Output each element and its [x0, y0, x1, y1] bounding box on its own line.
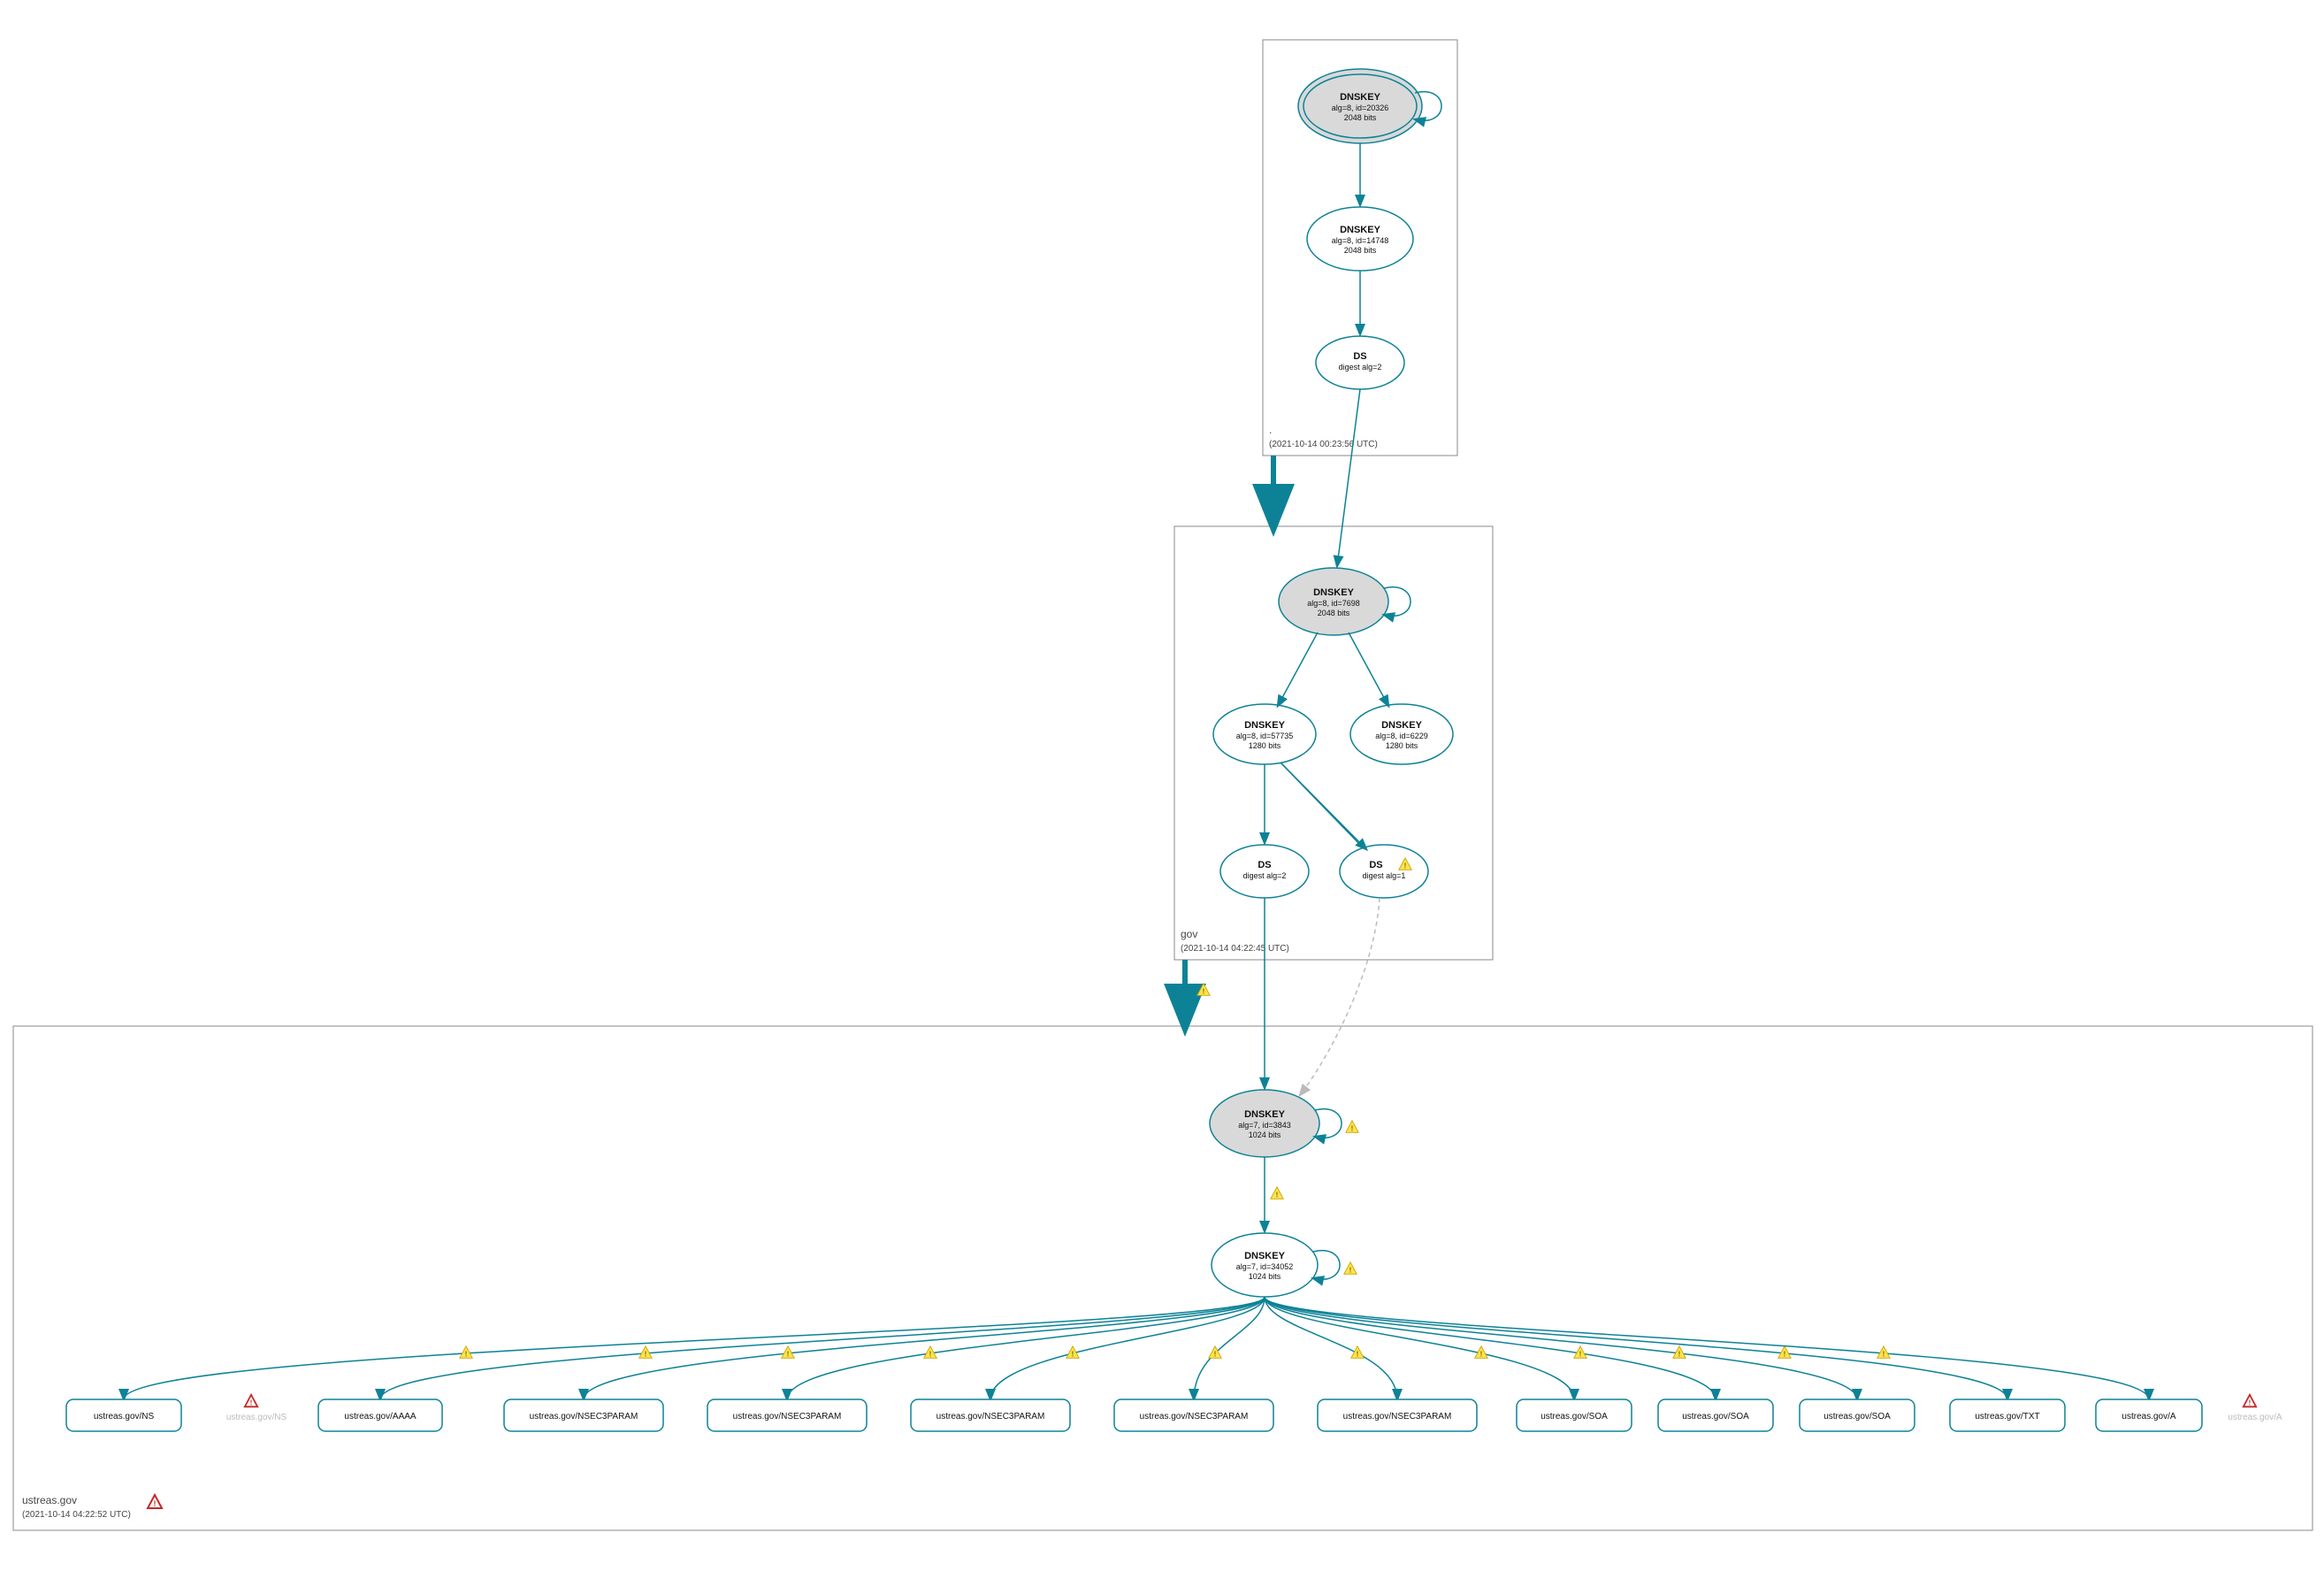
node-gov-zsk1[interactable]: DNSKEY alg=8, id=57735 1280 bits — [1213, 704, 1316, 764]
svg-text:alg=8, id=20326: alg=8, id=20326 — [1332, 103, 1389, 112]
zone-gov-ts: (2021-10-14 04:22:45 UTC) — [1181, 944, 1289, 954]
edge-govds2-uksk — [1300, 898, 1380, 1095]
rrset-label: ustreas.gov/SOA — [1540, 1412, 1608, 1422]
svg-text:DS: DS — [1258, 860, 1271, 870]
node-root-zsk[interactable]: DNSKEY alg=8, id=14748 2048 bits — [1307, 207, 1413, 271]
rrset-box[interactable]: ustreas.gov/NSEC3PARAM — [707, 1399, 867, 1431]
svg-text:DS: DS — [1353, 351, 1366, 362]
edge-zsk-rrset — [1265, 1297, 1716, 1399]
svg-text:alg=8, id=6229: alg=8, id=6229 — [1375, 732, 1428, 740]
svg-text:2048 bits: 2048 bits — [1344, 113, 1377, 122]
warning-icon — [1271, 1187, 1283, 1199]
rrset-box[interactable]: ustreas.gov/A — [2096, 1399, 2202, 1431]
svg-text:2048 bits: 2048 bits — [1318, 609, 1350, 617]
svg-text:DS: DS — [1369, 860, 1382, 870]
rrset-box[interactable]: ustreas.gov/SOA — [1517, 1399, 1632, 1431]
rrset-box[interactable]: ustreas.gov/SOA — [1658, 1399, 1773, 1431]
svg-text:DNSKEY: DNSKEY — [1381, 720, 1423, 731]
rrset-label: ustreas.gov/SOA — [1682, 1412, 1749, 1422]
svg-text:DNSKEY: DNSKEY — [1244, 1251, 1286, 1261]
rrset-box[interactable]: ustreas.gov/NSEC3PARAM — [911, 1399, 1070, 1431]
warning-icon — [1877, 1346, 1890, 1359]
svg-text:DNSKEY: DNSKEY — [1340, 225, 1381, 235]
svg-text:1024 bits: 1024 bits — [1249, 1130, 1281, 1139]
warning-icon — [1197, 984, 1210, 996]
node-gov-ds2[interactable]: DS digest alg=1 — [1340, 845, 1428, 898]
svg-text:1024 bits: 1024 bits — [1249, 1272, 1281, 1281]
rrset-box[interactable]: ustreas.gov/NSEC3PARAM — [1114, 1399, 1273, 1431]
svg-text:alg=7, id=34052: alg=7, id=34052 — [1236, 1262, 1294, 1271]
rrset-label: ustreas.gov/SOA — [1823, 1412, 1891, 1422]
zone-gov: gov (2021-10-14 04:22:45 UTC) DNSKEY alg… — [1174, 389, 1493, 960]
rrset-label: ustreas.gov/A — [2121, 1412, 2175, 1422]
warning-icon — [639, 1346, 652, 1359]
svg-text:2048 bits: 2048 bits — [1344, 246, 1377, 255]
rrset-label: ustreas.gov/AAAA — [344, 1412, 416, 1422]
error-icon — [148, 1495, 162, 1508]
svg-text:DNSKEY: DNSKEY — [1244, 720, 1286, 731]
edge-zsk-rrset — [584, 1297, 1265, 1399]
svg-text:ustreas.gov/NS: ustreas.gov/NS — [226, 1413, 287, 1422]
rrset-box[interactable]: ustreas.gov/NSEC3PARAM — [504, 1399, 663, 1431]
node-ustreas-zsk[interactable]: DNSKEY alg=7, id=34052 1024 bits — [1212, 1233, 1318, 1297]
edge-govksk-zsk2 — [1349, 632, 1388, 706]
node-ustreas-ksk[interactable]: DNSKEY alg=7, id=3843 1024 bits — [1210, 1090, 1319, 1157]
svg-text:1280 bits: 1280 bits — [1386, 741, 1418, 750]
warning-icon — [1344, 1262, 1357, 1275]
svg-text:1280 bits: 1280 bits — [1249, 741, 1281, 750]
rrset-box[interactable]: ustreas.gov/TXT — [1950, 1399, 2065, 1431]
error-icon — [2244, 1395, 2256, 1407]
rrset-row: ustreas.gov/NS ustreas.gov/AAAA ustreas.go… — [66, 1297, 2202, 1431]
rrset-label: ustreas.gov/NSEC3PARAM — [1140, 1412, 1249, 1422]
edge-zsk-rrset — [380, 1297, 1265, 1399]
svg-text:digest alg=1: digest alg=1 — [1363, 871, 1406, 880]
rrset-label: ustreas.gov/NSEC3PARAM — [530, 1412, 638, 1422]
svg-text:alg=8, id=14748: alg=8, id=14748 — [1332, 236, 1389, 245]
edge-govksk-zsk1 — [1278, 632, 1318, 706]
rrset-box[interactable]: ustreas.gov/AAAA — [318, 1399, 442, 1431]
zone-ustreas-label: ustreas.gov — [22, 1494, 77, 1506]
rrset-dim-a[interactable]: ustreas.gov/A — [2228, 1395, 2282, 1422]
warning-icon — [1346, 1121, 1358, 1133]
zone-root-ts: (2021-10-14 00:23:56 UTC) — [1269, 440, 1378, 449]
svg-text:alg=8, id=57735: alg=8, id=57735 — [1236, 732, 1294, 740]
edge-govzsk1-ds2 — [1280, 763, 1366, 849]
warning-icon — [1351, 1346, 1364, 1359]
zone-gov-label: gov — [1181, 928, 1197, 940]
svg-text:digest alg=2: digest alg=2 — [1339, 363, 1382, 372]
rrset-label: ustreas.gov/NSEC3PARAM — [733, 1412, 842, 1422]
warning-icon — [1209, 1346, 1221, 1359]
svg-text:DNSKEY: DNSKEY — [1244, 1109, 1286, 1120]
rrset-label: ustreas.gov/TXT — [1975, 1412, 2039, 1422]
zone-ustreas: ustreas.gov (2021-10-14 04:22:52 UTC) DN… — [13, 898, 2313, 1530]
edge-rootds-govksk — [1337, 389, 1360, 566]
svg-text:digest alg=2: digest alg=2 — [1243, 871, 1287, 880]
zone-ustreas-ts: (2021-10-14 04:22:52 UTC) — [22, 1510, 131, 1520]
svg-text:DNSKEY: DNSKEY — [1313, 587, 1355, 598]
svg-text:alg=7, id=3843: alg=7, id=3843 — [1238, 1121, 1291, 1130]
zone-root-label: . — [1269, 424, 1272, 436]
warning-icon — [460, 1346, 472, 1359]
node-gov-ds1[interactable]: DS digest alg=2 — [1220, 845, 1309, 898]
svg-text:ustreas.gov/A: ustreas.gov/A — [2228, 1413, 2282, 1422]
rrset-dim-ns[interactable]: ustreas.gov/NS — [226, 1395, 287, 1422]
node-root-ds[interactable]: DS digest alg=2 — [1316, 336, 1404, 389]
node-gov-ksk[interactable]: DNSKEY alg=8, id=7698 2048 bits — [1279, 568, 1388, 635]
error-icon — [245, 1395, 257, 1407]
edge-zsk-rrset — [1265, 1297, 1857, 1399]
edge-zsk-rrset — [990, 1297, 1265, 1399]
edge-zsk-rrset — [1265, 1297, 1574, 1399]
rrset-box[interactable]: ustreas.gov/NSEC3PARAM — [1318, 1399, 1477, 1431]
warning-icon — [1778, 1346, 1791, 1359]
rrset-label: ustreas.gov/NS — [94, 1412, 155, 1422]
node-gov-zsk2[interactable]: DNSKEY alg=8, id=6229 1280 bits — [1350, 704, 1453, 764]
node-root-ksk[interactable]: DNSKEY alg=8, id=20326 2048 bits — [1298, 69, 1422, 143]
rrset-label: ustreas.gov/NSEC3PARAM — [1343, 1412, 1452, 1422]
rrset-box[interactable]: ustreas.gov/NS — [66, 1399, 181, 1431]
rrset-box[interactable]: ustreas.gov/SOA — [1800, 1399, 1915, 1431]
edge-zsk-rrset — [1265, 1297, 2149, 1399]
rrset-label: ustreas.gov/NSEC3PARAM — [936, 1412, 1045, 1422]
svg-text:alg=8, id=7698: alg=8, id=7698 — [1307, 599, 1360, 608]
svg-text:DNSKEY: DNSKEY — [1340, 92, 1381, 103]
